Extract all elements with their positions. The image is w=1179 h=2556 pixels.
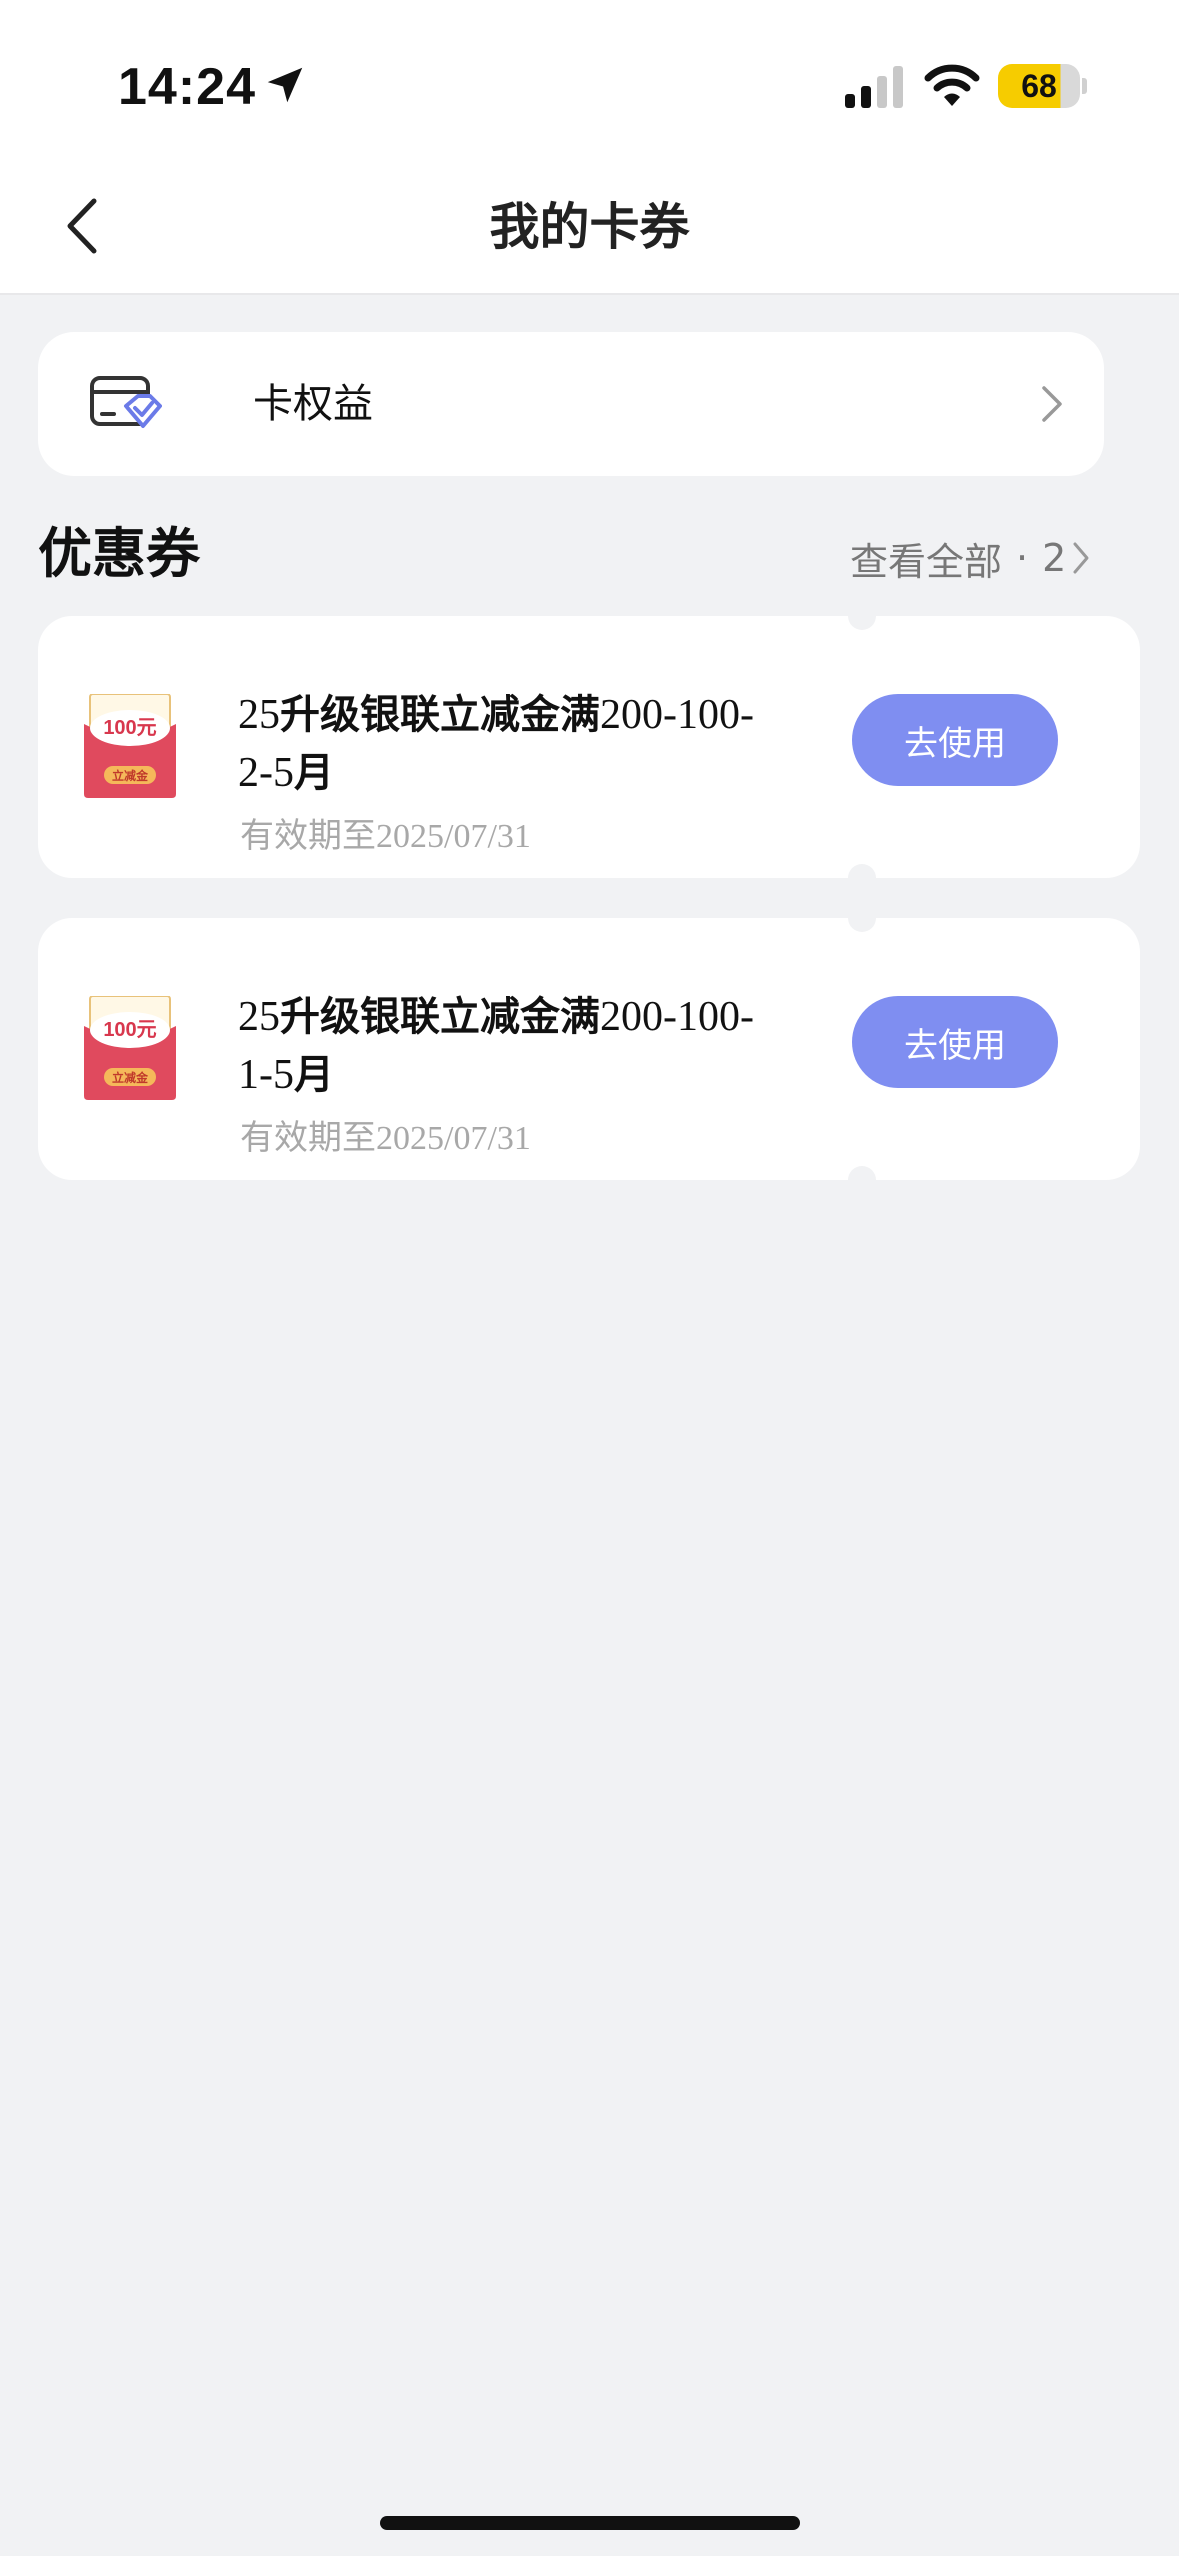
coupon-notch bbox=[848, 602, 876, 630]
card-benefit-icon bbox=[90, 376, 162, 428]
coupon-title: 25升级银联立减金满200-100- 1-5月 bbox=[238, 994, 754, 1098]
card-benefits-label: 卡权益 bbox=[253, 381, 373, 427]
badge-amount: 100元 bbox=[103, 1019, 156, 1041]
chevron-right-icon bbox=[1073, 542, 1089, 574]
top-bar: 14:24 68 我的卡券 bbox=[0, 0, 1179, 295]
coupon-badge-icon: 100元 立减金 bbox=[84, 996, 176, 1100]
coupon-title: 25升级银联立减金满200-100- 2-5月 bbox=[238, 692, 754, 796]
use-coupon-button[interactable]: 去使用 bbox=[852, 996, 1058, 1088]
coupon-notch bbox=[848, 904, 876, 932]
coupon-expiry: 有效期至2025/07/31 bbox=[240, 816, 531, 856]
battery-icon: 68 bbox=[998, 64, 1080, 108]
coupon-card: 100元 立减金 25升级银联立减金满200-100- 1-5月 有效期至202… bbox=[38, 904, 1140, 1194]
coupon-card: 100元 立减金 25升级银联立减金满200-100- 2-5月 有效期至202… bbox=[38, 602, 1140, 892]
coupon-expiry: 有效期至2025/07/31 bbox=[240, 1118, 531, 1158]
badge-tag: 立减金 bbox=[112, 1070, 149, 1085]
chevron-right-icon bbox=[1042, 386, 1062, 422]
card-benefits-row[interactable]: 卡权益 bbox=[38, 332, 1104, 476]
badge-amount: 100元 bbox=[103, 717, 156, 739]
use-coupon-button[interactable]: 去使用 bbox=[852, 694, 1058, 786]
coupon-count: 2 bbox=[1042, 536, 1067, 580]
coupon-notch bbox=[848, 864, 876, 892]
battery-level: 68 bbox=[1021, 67, 1057, 104]
view-all-label: 查看全部 bbox=[850, 539, 1003, 584]
location-arrow-icon bbox=[267, 67, 303, 103]
view-all-link[interactable]: 查看全部 · 2 bbox=[850, 528, 1090, 588]
wifi-icon bbox=[924, 64, 980, 106]
coupons-section-title: 优惠券 bbox=[38, 522, 200, 585]
coupon-badge-icon: 100元 立减金 bbox=[84, 694, 176, 798]
coupon-notch bbox=[848, 1166, 876, 1194]
home-indicator[interactable] bbox=[380, 2516, 800, 2530]
badge-tag: 立减金 bbox=[112, 768, 149, 783]
status-time: 14:24 bbox=[118, 58, 256, 116]
separator-dot: · bbox=[1016, 536, 1029, 580]
battery-tip bbox=[1082, 78, 1087, 94]
page-title: 我的卡券 bbox=[489, 198, 690, 256]
cellular-signal-icon bbox=[845, 66, 903, 108]
